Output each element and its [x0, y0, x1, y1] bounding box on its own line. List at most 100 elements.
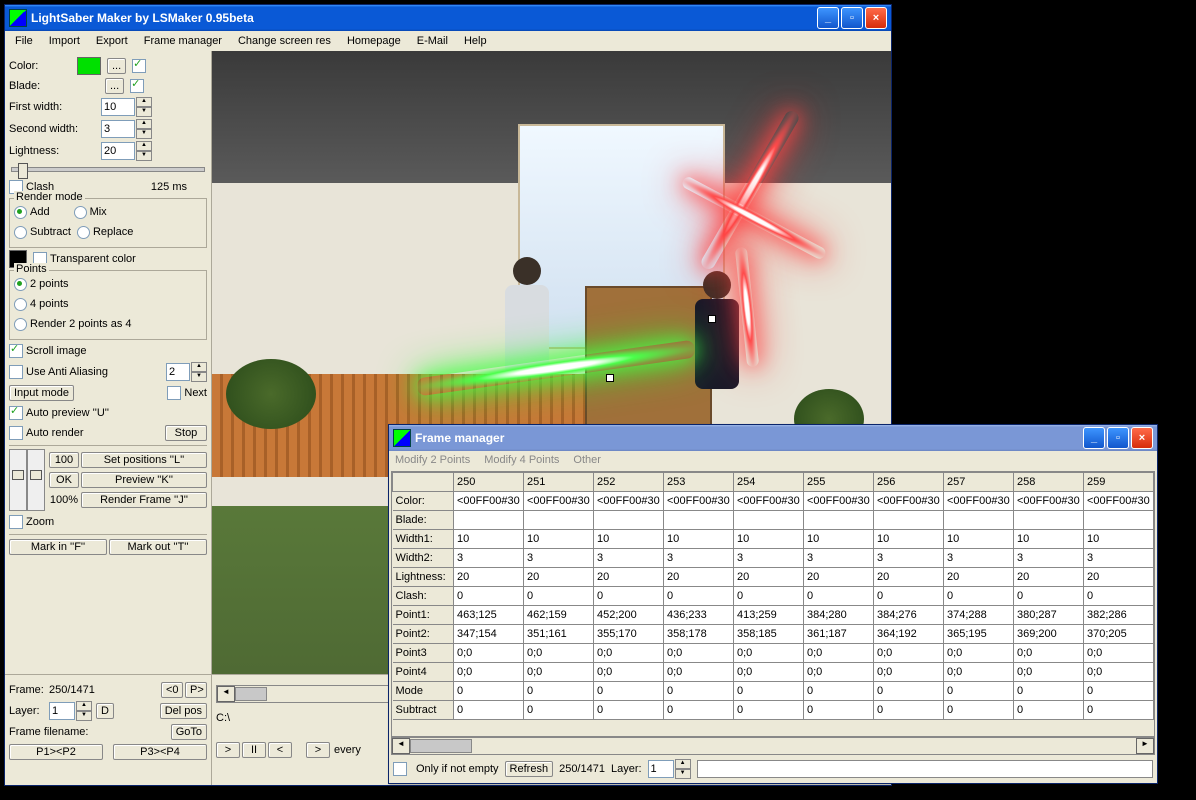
fm-cell[interactable]: 384;276: [874, 606, 944, 625]
fm-cell[interactable]: 0: [524, 682, 594, 701]
lightness-spinner[interactable]: ▲▼: [136, 141, 152, 161]
fm-cell[interactable]: 0: [454, 701, 524, 720]
fm-cell[interactable]: 10: [1014, 530, 1084, 549]
fm-cell[interactable]: 10: [594, 530, 664, 549]
fm-cell[interactable]: 3: [874, 549, 944, 568]
next-check[interactable]: [167, 386, 181, 400]
menu-import[interactable]: Import: [43, 33, 86, 49]
anti-alias-spinner[interactable]: ▲▼: [191, 362, 207, 382]
fm-cell[interactable]: 355;170: [594, 625, 664, 644]
menu-change-screen-res[interactable]: Change screen res: [232, 33, 337, 49]
menu-homepage[interactable]: Homepage: [341, 33, 407, 49]
layer-spinner[interactable]: ▲▼: [76, 701, 92, 721]
render-mix-radio[interactable]: [74, 206, 87, 219]
fm-cell[interactable]: 10: [664, 530, 734, 549]
close-button[interactable]: ×: [865, 7, 887, 29]
fm-cell[interactable]: 10: [874, 530, 944, 549]
fm-maximize-button[interactable]: ▫: [1107, 427, 1129, 449]
fm-cell[interactable]: 0;0: [454, 644, 524, 663]
points-render-radio[interactable]: [14, 318, 27, 331]
anti-alias-input[interactable]: [166, 363, 190, 381]
fm-cell[interactable]: 384;280: [804, 606, 874, 625]
fm-col-header[interactable]: 253: [664, 473, 734, 492]
fm-cell[interactable]: 20: [734, 568, 804, 587]
menu-frame-manager[interactable]: Frame manager: [138, 33, 228, 49]
fm-cell[interactable]: 0: [734, 682, 804, 701]
fm-cell[interactable]: 0;0: [524, 663, 594, 682]
rewind-button[interactable]: <: [268, 742, 292, 758]
fm-cell[interactable]: 0: [1084, 587, 1154, 606]
goto-button[interactable]: GoTo: [171, 724, 207, 740]
menu-help[interactable]: Help: [458, 33, 493, 49]
fm-cell[interactable]: 0: [454, 587, 524, 606]
fm-layer-spinner[interactable]: ▲▼: [675, 759, 691, 779]
fm-cell[interactable]: 20: [874, 568, 944, 587]
fm-cell[interactable]: <00FF00#30: [594, 492, 664, 511]
fm-cell[interactable]: 0;0: [1014, 644, 1084, 663]
menu-file[interactable]: File: [9, 33, 39, 49]
fm-cell[interactable]: 0: [594, 701, 664, 720]
color-swatch[interactable]: [77, 57, 101, 75]
fm-col-header[interactable]: 256: [874, 473, 944, 492]
mark-in-button[interactable]: Mark in ''F'': [9, 539, 107, 555]
fm-cell[interactable]: [664, 511, 734, 530]
fm-cell[interactable]: 0: [1084, 701, 1154, 720]
scroll-left-button[interactable]: ◄: [217, 686, 235, 702]
fm-cell[interactable]: 3: [1084, 549, 1154, 568]
maximize-button[interactable]: ▫: [841, 7, 863, 29]
next-frame-button[interactable]: P>: [185, 682, 207, 698]
fm-cell[interactable]: 0;0: [524, 644, 594, 663]
set-positions-button[interactable]: Set positions ''L'': [81, 452, 207, 468]
points-4-radio[interactable]: [14, 298, 27, 311]
fm-cell[interactable]: 10: [524, 530, 594, 549]
fm-cell[interactable]: 0;0: [664, 663, 734, 682]
color-enable-check[interactable]: [132, 59, 146, 73]
first-width-input[interactable]: [101, 98, 135, 116]
fm-cell[interactable]: 0: [1014, 682, 1084, 701]
zoom-slider-2[interactable]: [27, 449, 45, 511]
fm-cell[interactable]: 20: [1014, 568, 1084, 587]
fm-cell[interactable]: 0;0: [454, 663, 524, 682]
auto-preview-check[interactable]: [9, 406, 23, 420]
fm-cell[interactable]: 10: [454, 530, 524, 549]
fm-cell[interactable]: 364;192: [874, 625, 944, 644]
stop-button[interactable]: Stop: [165, 425, 207, 441]
fm-cell[interactable]: 0: [664, 682, 734, 701]
fm-cell[interactable]: 361;187: [804, 625, 874, 644]
fm-cell[interactable]: <00FF00#30: [1014, 492, 1084, 511]
fm-col-header[interactable]: 250: [454, 473, 524, 492]
fm-col-header[interactable]: 251: [524, 473, 594, 492]
fm-cell[interactable]: 0;0: [804, 663, 874, 682]
fm-cell[interactable]: 0: [944, 682, 1014, 701]
fm-cell[interactable]: 0: [874, 682, 944, 701]
fm-menu-modify-2-points[interactable]: Modify 2 Points: [395, 454, 470, 466]
points-2-radio[interactable]: [14, 278, 27, 291]
fm-menu-modify-4-points[interactable]: Modify 4 Points: [484, 454, 559, 466]
fm-cell[interactable]: 462;159: [524, 606, 594, 625]
fm-cell[interactable]: 0: [874, 587, 944, 606]
fm-cell[interactable]: 0;0: [874, 663, 944, 682]
fm-cell[interactable]: 0;0: [1084, 644, 1154, 663]
fm-cell[interactable]: [804, 511, 874, 530]
fm-cell[interactable]: 20: [594, 568, 664, 587]
fm-cell[interactable]: 3: [944, 549, 1014, 568]
fm-cell[interactable]: [734, 511, 804, 530]
fm-cell[interactable]: 0: [944, 587, 1014, 606]
mark-out-button[interactable]: Mark out ''T'': [109, 539, 207, 555]
fm-col-header[interactable]: 254: [734, 473, 804, 492]
fm-cell[interactable]: 0;0: [944, 644, 1014, 663]
fm-cell[interactable]: <00FF00#30: [524, 492, 594, 511]
fm-cell[interactable]: 3: [804, 549, 874, 568]
fm-cell[interactable]: 0: [524, 587, 594, 606]
render-replace-radio[interactable]: [77, 226, 90, 239]
fm-cell[interactable]: 0;0: [734, 663, 804, 682]
render-subtract-radio[interactable]: [14, 226, 27, 239]
btn-100[interactable]: 100: [49, 452, 79, 468]
pause-button[interactable]: II: [242, 742, 266, 758]
fm-cell[interactable]: 0: [1014, 587, 1084, 606]
lightness-input[interactable]: [101, 142, 135, 160]
fm-cell[interactable]: 20: [804, 568, 874, 587]
fm-cell[interactable]: 0: [1014, 701, 1084, 720]
fm-cell[interactable]: <00FF00#30: [734, 492, 804, 511]
fm-cell[interactable]: <00FF00#30: [944, 492, 1014, 511]
